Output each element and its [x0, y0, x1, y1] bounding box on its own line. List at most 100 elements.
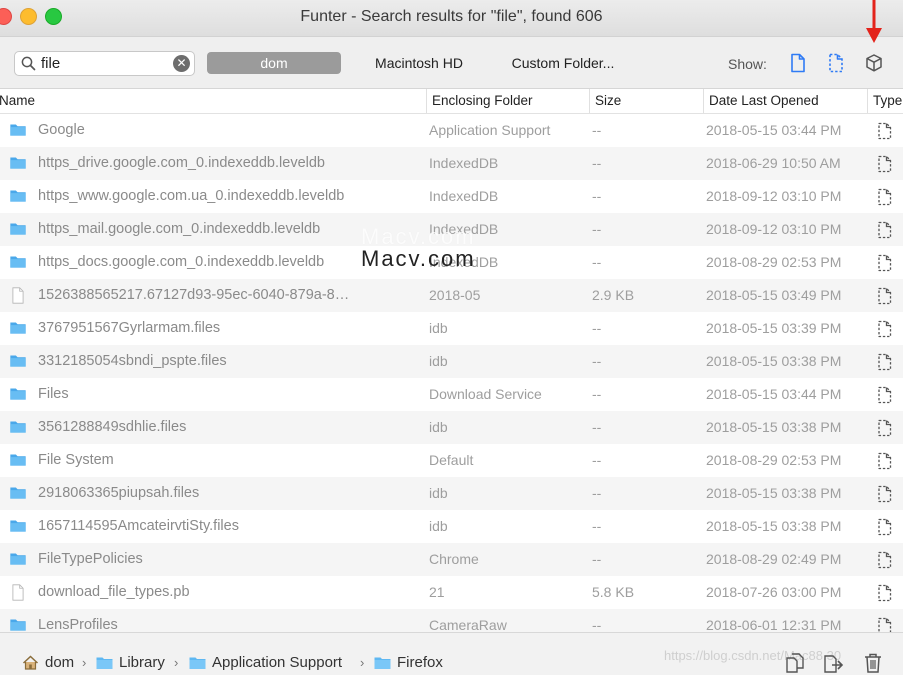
- row-name: Google: [38, 122, 85, 138]
- row-enclosing-folder: idb: [429, 320, 448, 336]
- path-separator: ›: [82, 655, 87, 670]
- row-size: --: [592, 254, 602, 270]
- package-cube-icon[interactable]: [864, 53, 884, 73]
- folder-icon: [10, 619, 26, 631]
- table-row[interactable]: LensProfiles CameraRaw -- 2018-06-01 12:31 …: [0, 609, 903, 632]
- row-name: https_drive.google.com_0.indexeddb.level…: [38, 155, 325, 171]
- folder-icon: [96, 657, 113, 669]
- column-header-enclosing-folder[interactable]: Enclosing Folder: [426, 89, 589, 113]
- row-name: File System: [38, 452, 114, 468]
- row-enclosing-folder: idb: [429, 518, 448, 534]
- path-label: dom: [45, 654, 75, 671]
- column-header-date-last-opened[interactable]: Date Last Opened: [703, 89, 867, 113]
- folder-icon: [10, 190, 26, 202]
- hidden-file-type-icon: [878, 386, 892, 404]
- table-row[interactable]: https_www.google.com.ua_0.indexeddb.leve…: [0, 180, 903, 213]
- scope-button-macintosh-hd[interactable]: Macintosh HD: [360, 52, 478, 74]
- row-date-last-opened: 2018-06-01 12:31 PM: [706, 617, 842, 632]
- search-field[interactable]: ✕: [14, 51, 195, 76]
- row-date-last-opened: 2018-05-15 03:39 PM: [706, 320, 842, 336]
- row-size: --: [592, 617, 602, 632]
- table-row[interactable]: 3561288849sdhlie.files idb -- 2018-05-15 03…: [0, 411, 903, 444]
- table-row[interactable]: File System Default -- 2018-08-29 02:53 PM: [0, 444, 903, 477]
- open-icon[interactable]: [822, 652, 844, 674]
- table-row[interactable]: 2918063365piupsah.files idb -- 2018-05-15 0…: [0, 477, 903, 510]
- row-date-last-opened: 2018-05-15 03:38 PM: [706, 485, 842, 501]
- scope-button-dom[interactable]: dom: [207, 52, 341, 74]
- hidden-file-icon[interactable]: [826, 53, 846, 73]
- row-size: --: [592, 155, 602, 171]
- funter-window: Funter - Search results for "file", foun…: [0, 0, 903, 675]
- folder-icon: [10, 256, 26, 268]
- folder-icon: [10, 388, 26, 400]
- table-row[interactable]: https_drive.google.com_0.indexeddb.level…: [0, 147, 903, 180]
- row-enclosing-folder: 2018-05: [429, 287, 481, 303]
- home-icon: [22, 655, 39, 670]
- folder-icon: [10, 124, 26, 136]
- search-icon: [21, 56, 36, 71]
- hidden-file-type-icon: [878, 485, 892, 503]
- folder-icon: [10, 355, 26, 367]
- reveal-in-finder-icon[interactable]: [784, 652, 806, 674]
- row-enclosing-folder: idb: [429, 353, 448, 369]
- row-date-last-opened: 2018-05-15 03:49 PM: [706, 287, 842, 303]
- path-label: Application Support: [212, 654, 343, 671]
- row-date-last-opened: 2018-06-29 10:50 AM: [706, 155, 841, 171]
- scope-button-custom-folder[interactable]: Custom Folder...: [498, 52, 628, 74]
- row-size: 5.8 KB: [592, 584, 635, 600]
- row-date-last-opened: 2018-08-29 02:53 PM: [706, 452, 842, 468]
- row-name: LensProfiles: [38, 617, 118, 632]
- folder-icon: [10, 487, 26, 499]
- hidden-file-type-icon: [878, 254, 892, 272]
- column-header-type[interactable]: Type: [867, 89, 903, 113]
- hidden-file-type-icon: [878, 551, 892, 569]
- row-date-last-opened: 2018-08-29 02:49 PM: [706, 551, 842, 567]
- hidden-file-type-icon: [878, 518, 892, 536]
- table-row[interactable]: Files Download Service -- 2018-05-15 03:44 …: [0, 378, 903, 411]
- row-enclosing-folder: idb: [429, 485, 448, 501]
- table-row[interactable]: FileTypePolicies Chrome -- 2018-08-29 02:49…: [0, 543, 903, 576]
- folder-icon: [374, 657, 391, 669]
- file-icon[interactable]: [788, 53, 808, 73]
- clear-icon[interactable]: ✕: [173, 55, 190, 72]
- toolbar: ✕ dom Macintosh HD Custom Folder... Show…: [0, 37, 903, 89]
- table-row[interactable]: 1526388565217.67127d93-95ec-6040-879a-8……: [0, 279, 903, 312]
- hidden-file-type-icon: [878, 419, 892, 437]
- row-enclosing-folder: Chrome: [429, 551, 479, 567]
- column-header-name[interactable]: Name: [0, 89, 426, 113]
- table-row[interactable]: 3312185054sbndi_pspte.files idb -- 2018-05-…: [0, 345, 903, 378]
- row-enclosing-folder: Download Service: [429, 386, 542, 402]
- path-label: Library: [119, 654, 165, 671]
- table-row[interactable]: 1657114595AmcateirvtiSty.files idb -- 2018-…: [0, 510, 903, 543]
- results-list: Google Application Support -- 2018-05-15 03…: [0, 114, 903, 632]
- row-enclosing-folder: 21: [429, 584, 445, 600]
- search-input[interactable]: [41, 54, 171, 73]
- path-separator: ›: [360, 655, 365, 670]
- row-name: 3767951567Gyrlarmam.files: [38, 320, 221, 336]
- folder-icon: [10, 421, 26, 433]
- table-row[interactable]: Google Application Support -- 2018-05-15 03…: [0, 114, 903, 147]
- row-size: --: [592, 419, 602, 435]
- row-enclosing-folder: Default: [429, 452, 474, 468]
- trash-icon[interactable]: [862, 652, 884, 674]
- row-size: --: [592, 386, 602, 402]
- row-size: --: [592, 518, 602, 534]
- column-header-size[interactable]: Size: [589, 89, 703, 113]
- row-name: 2918063365piupsah.files: [38, 485, 200, 501]
- folder-icon: [10, 520, 26, 532]
- row-date-last-opened: 2018-09-12 03:10 PM: [706, 188, 842, 204]
- row-date-last-opened: 2018-07-26 03:00 PM: [706, 584, 842, 600]
- title-bar: Funter - Search results for "file", foun…: [0, 0, 903, 37]
- row-name: FileTypePolicies: [38, 551, 143, 567]
- row-date-last-opened: 2018-08-29 02:53 PM: [706, 254, 842, 270]
- hidden-file-type-icon: [878, 320, 892, 338]
- hidden-file-type-icon: [878, 188, 892, 206]
- row-enclosing-folder: Application Support: [429, 122, 551, 138]
- folder-icon: [189, 657, 206, 669]
- row-name: 1526388565217.67127d93-95ec-6040-879a-8…: [38, 287, 350, 303]
- row-enclosing-folder: idb: [429, 419, 448, 435]
- table-row[interactable]: 3767951567Gyrlarmam.files idb -- 2018-05-15…: [0, 312, 903, 345]
- row-date-last-opened: 2018-05-15 03:44 PM: [706, 386, 842, 402]
- table-row[interactable]: download_file_types.pb 21 5.8 KB 2018-07-26…: [0, 576, 903, 609]
- row-date-last-opened: 2018-05-15 03:38 PM: [706, 419, 842, 435]
